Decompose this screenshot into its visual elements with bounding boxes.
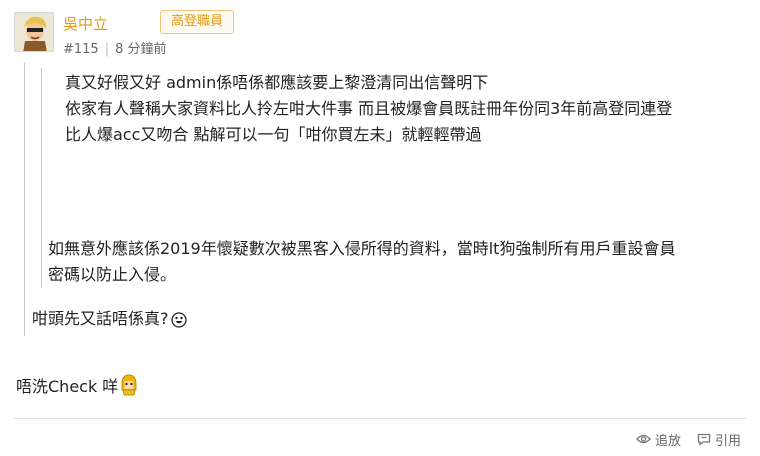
outer-quote-question-text: 咁頭先又話唔係真? — [32, 309, 169, 328]
post-number[interactable]: #115 — [63, 42, 99, 57]
outer-quote-text: 如無意外應該係2019年懷疑數次被黑客入侵所得的資料，當時lt狗強制所有用戶重設… — [48, 236, 748, 288]
avatar-portrait-icon — [15, 13, 53, 51]
inner-quote-line: 真又好假又好 admin係唔係都應該要上黎澄清同出信聲明下 — [65, 73, 489, 92]
eye-icon — [636, 434, 651, 444]
inner-quote-text: 真又好假又好 admin係唔係都應該要上黎澄清同出信聲明下 依家有人聲稱大家資料… — [65, 70, 745, 148]
inner-quote-line: 比人爆acc又吻合 點解可以一句「咁你買左未」就輕輕帶過 — [65, 125, 482, 144]
quote-label: 引用 — [715, 433, 742, 449]
laughing-face-icon — [170, 312, 187, 328]
outer-quote-line: 密碼以防止入侵。 — [48, 265, 177, 284]
footer-divider — [14, 418, 746, 419]
outer-quote-question: 咁頭先又話唔係真? — [32, 305, 187, 329]
post-meta: #115 | 8 分鐘前 — [63, 38, 167, 57]
yellow-hair-face-icon — [121, 374, 137, 396]
inner-quote-line: 依家有人聲稱大家資料比人拎左咁大件事 而且被爆會員既註冊年份同3年前高登同連登 — [65, 99, 673, 118]
role-badge: 高登職員 — [160, 10, 235, 34]
follow-label: 追放 — [655, 433, 682, 449]
meta-separator: | — [104, 42, 110, 57]
reply-content: 唔洗Check 咩 — [16, 377, 119, 396]
post-time: 8 分鐘前 — [115, 42, 167, 57]
follow-button[interactable]: 追放 — [636, 430, 682, 449]
quote-bubble-icon — [697, 433, 711, 445]
outer-quote-line: 如無意外應該係2019年懷疑數次被黑客入侵所得的資料，當時lt狗強制所有用戶重設… — [48, 239, 676, 258]
reply-text: 唔洗Check 咩 — [16, 373, 138, 397]
author-name[interactable]: 吳中立 — [63, 13, 108, 34]
quote-button[interactable]: 引用 — [697, 430, 742, 449]
avatar[interactable] — [14, 12, 54, 52]
post-container: 吳中立 高登職員 #115 | 8 分鐘前 真又好假又好 admin係唔係都應該要上… — [0, 0, 760, 456]
